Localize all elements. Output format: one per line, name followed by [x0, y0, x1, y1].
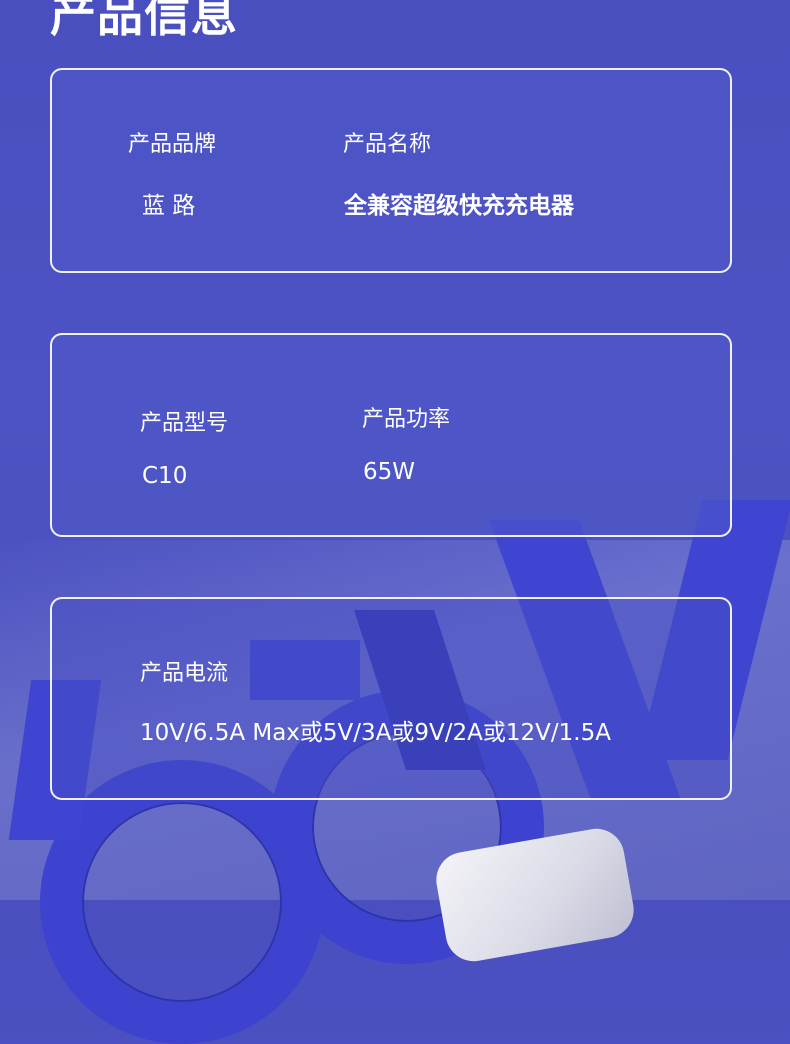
- page-title: 产品信息: [50, 0, 238, 42]
- power-value: 65W: [363, 459, 416, 485]
- brand-value: 蓝 路: [142, 193, 196, 219]
- model-label: 产品型号: [140, 411, 229, 436]
- product-name-value: 全兼容超级快充充电器: [344, 193, 574, 219]
- current-value: 10V/6.5A Max或5V/3A或9V/2A或12V/1.5A: [140, 720, 611, 746]
- model-value: C10: [142, 463, 188, 489]
- model-power-card: 产品型号 C10 产品功率 65W: [50, 333, 732, 537]
- brand-label: 产品品牌: [128, 132, 217, 157]
- brand-name-card: 产品品牌 蓝 路 产品名称 全兼容超级快充充电器: [50, 68, 732, 273]
- power-label: 产品功率: [362, 407, 451, 432]
- current-card: 产品电流 10V/6.5A Max或5V/3A或9V/2A或12V/1.5A: [50, 597, 732, 800]
- current-label: 产品电流: [140, 661, 229, 686]
- product-name-label: 产品名称: [343, 132, 432, 157]
